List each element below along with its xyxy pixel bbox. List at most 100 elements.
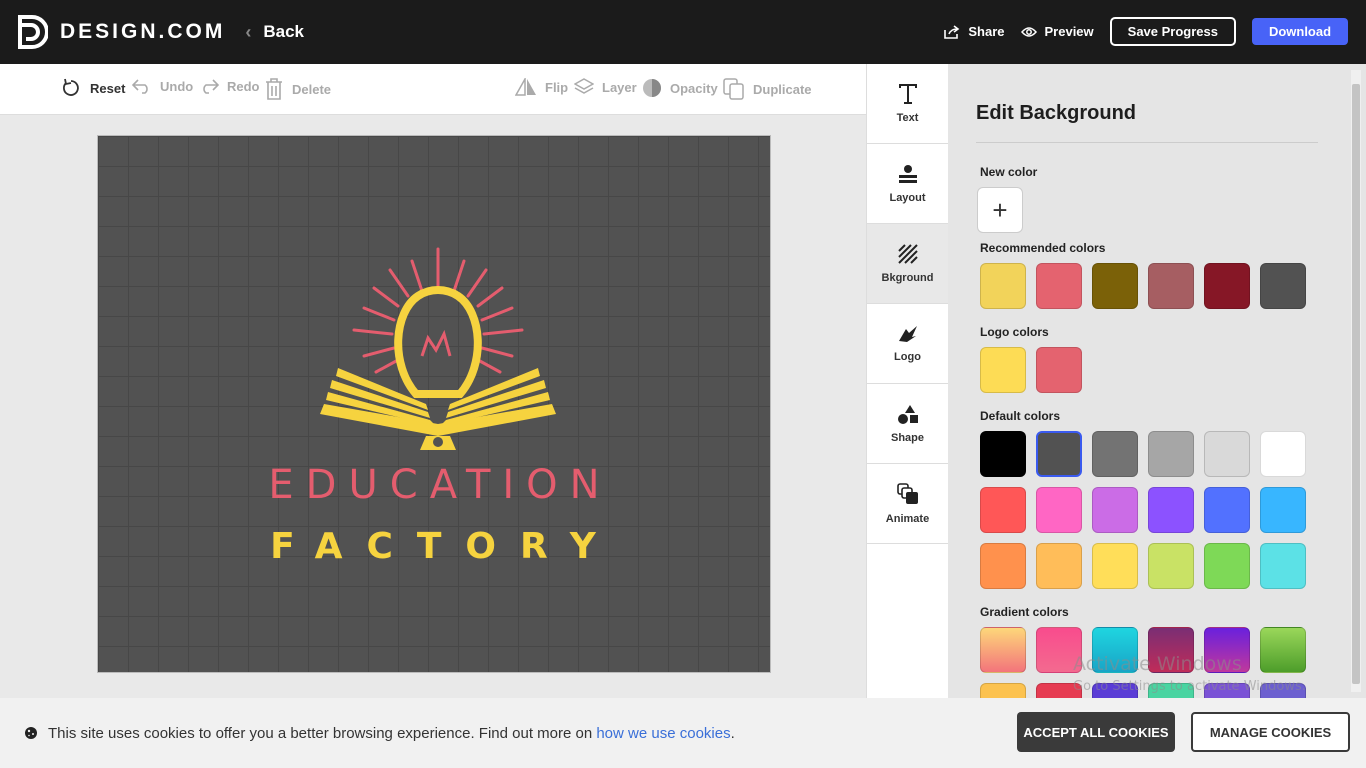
animate-icon	[896, 482, 918, 504]
layer-button[interactable]: Layer	[574, 78, 637, 96]
color-swatch[interactable]	[1148, 543, 1194, 589]
menu-item-animate[interactable]: Animate	[867, 464, 948, 544]
color-swatch[interactable]	[980, 543, 1026, 589]
cookie-icon	[25, 727, 37, 739]
color-swatch[interactable]	[1204, 543, 1250, 589]
logo-colors	[980, 347, 1092, 393]
plus-icon: +	[992, 194, 1008, 225]
undo-button[interactable]: Undo	[132, 78, 193, 94]
color-swatch[interactable]	[980, 347, 1026, 393]
flip-icon	[515, 78, 536, 96]
color-swatch[interactable]	[1204, 263, 1250, 309]
layout-icon	[898, 164, 917, 183]
preview-button[interactable]: Preview	[1020, 24, 1094, 39]
logo-colors-label: Logo colors	[980, 325, 1049, 339]
brand[interactable]: DESIGN.COM	[18, 15, 225, 49]
add-color-button[interactable]: +	[977, 187, 1023, 233]
cookie-banner: This site uses cookies to offer you a be…	[0, 698, 1366, 768]
back-label: Back	[263, 22, 304, 41]
delete-label: Delete	[292, 81, 332, 97]
color-swatch[interactable]	[1092, 543, 1138, 589]
color-swatch[interactable]	[1036, 543, 1082, 589]
color-swatch[interactable]	[1036, 263, 1082, 309]
color-swatch[interactable]	[980, 263, 1026, 309]
menu-item-layout[interactable]: Layout	[867, 144, 948, 224]
scroll-thumb[interactable]	[1352, 84, 1360, 684]
color-swatch[interactable]	[1148, 487, 1194, 533]
color-swatch[interactable]	[1260, 487, 1306, 533]
color-swatch[interactable]	[1092, 263, 1138, 309]
color-swatch[interactable]	[1092, 431, 1138, 477]
color-swatch[interactable]	[1260, 543, 1306, 589]
layers-icon	[574, 78, 594, 94]
menu-item-logo[interactable]: Logo	[867, 304, 948, 384]
brand-name: DESIGN.COM	[60, 20, 226, 43]
gradient-swatch[interactable]	[980, 627, 1026, 673]
back-button[interactable]: ‹ Back	[245, 22, 304, 43]
color-swatch[interactable]	[1204, 431, 1250, 477]
preview-label: Preview	[1044, 24, 1094, 39]
shape-icon	[897, 404, 918, 424]
layer-label: Layer	[602, 79, 637, 95]
menu-label-layout: Layout	[889, 191, 926, 204]
redo-button[interactable]: Redo	[199, 78, 260, 94]
color-swatch[interactable]	[1148, 263, 1194, 309]
logo-text-education[interactable]: EDUCATION	[98, 462, 772, 508]
color-swatch[interactable]	[980, 487, 1026, 533]
color-swatch[interactable]	[1036, 431, 1082, 477]
eye-icon	[1020, 26, 1037, 37]
color-swatch[interactable]	[1260, 431, 1306, 477]
lightbulb-book-logo[interactable]	[318, 244, 558, 454]
delete-button[interactable]: Delete	[264, 78, 331, 100]
share-icon	[944, 24, 960, 39]
watermark-line1: Activate Windows	[1073, 653, 1242, 675]
gradient-colors-label: Gradient colors	[980, 605, 1069, 619]
save-progress-button[interactable]: Save Progress	[1109, 17, 1236, 46]
reset-icon	[63, 78, 79, 96]
color-swatch[interactable]	[1036, 487, 1082, 533]
flip-button[interactable]: Flip	[515, 78, 568, 96]
undo-label: Undo	[160, 78, 194, 94]
duplicate-icon	[723, 78, 744, 100]
trash-icon	[266, 78, 282, 100]
color-swatch[interactable]	[1260, 263, 1306, 309]
menu-item-background[interactable]: Bkground	[867, 224, 948, 304]
color-swatch[interactable]	[1204, 487, 1250, 533]
share-button[interactable]: Share	[944, 24, 1005, 39]
color-swatch[interactable]	[1148, 431, 1194, 477]
cookie-period: .	[730, 724, 735, 742]
logo-icon	[898, 325, 917, 342]
edit-background-panel: Edit Background New color + Recommended …	[948, 64, 1366, 698]
new-color-label: New color	[980, 165, 1038, 179]
menu-item-text[interactable]: Text	[867, 64, 948, 144]
menu-item-shape[interactable]: Shape	[867, 384, 948, 464]
cookie-policy-link[interactable]: how we use cookies	[596, 725, 730, 742]
menu-label-logo: Logo	[894, 350, 921, 363]
design-logo-icon	[18, 15, 48, 49]
logo-text-factory[interactable]: FACTORY	[98, 526, 772, 567]
color-swatch[interactable]	[980, 431, 1026, 477]
duplicate-button[interactable]: Duplicate	[723, 78, 812, 100]
accept-all-cookies-button[interactable]: ACCEPT ALL COOKIES	[1017, 712, 1175, 752]
top-bar: DESIGN.COM ‹ Back Share Preview Save Pro…	[0, 0, 1366, 64]
color-swatch[interactable]	[1036, 347, 1082, 393]
opacity-button[interactable]: Opacity	[642, 78, 718, 98]
color-swatch[interactable]	[1092, 487, 1138, 533]
divider	[976, 142, 1318, 143]
download-button[interactable]: Download	[1252, 18, 1348, 45]
panel-scrollbar[interactable]	[1351, 70, 1361, 692]
reset-button[interactable]: Reset	[62, 78, 125, 98]
text-icon	[898, 83, 917, 104]
design-canvas[interactable]: EDUCATION FACTORY	[97, 135, 771, 673]
manage-cookies-button[interactable]: MANAGE COOKIES	[1191, 712, 1350, 752]
gradient-swatch[interactable]	[980, 683, 1026, 698]
duplicate-label: Duplicate	[753, 81, 812, 97]
default-colors-row	[980, 487, 1316, 533]
cookie-message: This site uses cookies to offer you a be…	[48, 725, 735, 742]
flip-label: Flip	[545, 79, 569, 95]
undo-icon	[132, 79, 148, 94]
panel-title: Edit Background	[976, 102, 1137, 124]
menu-label-background: Bkground	[881, 271, 934, 284]
recommended-colors	[980, 263, 1316, 309]
header-actions: Share Preview Save Progress Download	[944, 17, 1348, 46]
